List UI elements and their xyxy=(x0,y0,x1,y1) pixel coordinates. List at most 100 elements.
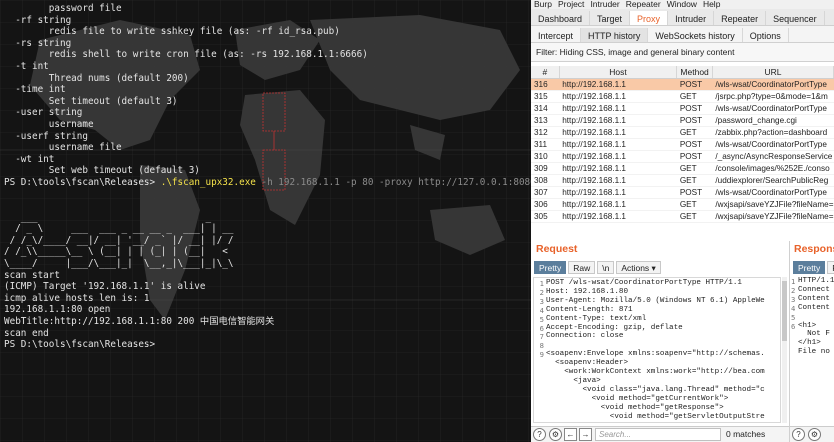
proxy-sub-tab-bar: Intercept HTTP history WebSockets history O… xyxy=(531,26,834,43)
command-args: -h 192.168.1.1 -p 80 -proxy http://127.0… xyxy=(255,176,531,188)
cell-id: 311 xyxy=(531,138,560,151)
help-icon[interactable]: ? xyxy=(792,428,805,441)
line-number: 3 xyxy=(791,294,796,304)
subtab-websockets-history[interactable]: WebSockets history xyxy=(648,28,743,42)
cell-method: POST xyxy=(676,186,713,199)
code-line: <soapenv:Header> xyxy=(546,359,629,368)
code-line: Connect xyxy=(798,285,830,294)
gear-icon[interactable]: ⚙ xyxy=(549,428,562,441)
cell-url: /_async/AsyncResponseService xyxy=(712,150,834,163)
line-number: 7 xyxy=(539,332,544,342)
table-row[interactable]: 313 http://192.168.1.1 POST/password_chang… xyxy=(531,114,834,127)
search-input[interactable]: Search... xyxy=(595,428,721,441)
code-line: Connection: close xyxy=(546,332,624,341)
cell-method: POST xyxy=(676,78,713,91)
tab-proxy[interactable]: Proxy xyxy=(630,11,669,25)
table-row[interactable]: 316 http://192.168.1.1 POST/wls-wsat/Coord… xyxy=(531,78,834,91)
cell-url: /jsrpc.php?type=0&mode=1&m xyxy=(712,90,834,103)
request-scrollbar[interactable] xyxy=(782,277,787,423)
menu-item-repeater[interactable]: Repeater xyxy=(623,0,664,8)
line-number: 5 xyxy=(539,314,544,324)
code-line: Not F xyxy=(798,330,830,339)
table-row[interactable]: 312 http://192.168.1.1 GET/zabbix.php?acti… xyxy=(531,126,834,139)
cell-host: http://192.168.1.1 xyxy=(559,90,677,103)
column-header-url[interactable]: URL xyxy=(712,66,834,79)
cell-id: 315 xyxy=(531,90,560,103)
column-header-method[interactable]: Method xyxy=(676,66,713,79)
line-number: 2 xyxy=(539,287,544,297)
cell-host: http://192.168.1.1 xyxy=(559,78,677,91)
actions-dropdown[interactable]: Actions ▾ xyxy=(616,261,661,274)
subtab-http-history[interactable]: HTTP history xyxy=(581,28,649,42)
terminal-line: Set timeout (default 3) xyxy=(4,95,178,107)
cell-method: GET xyxy=(676,126,713,139)
newline-view-button[interactable]: \n xyxy=(597,261,615,274)
terminal-line: PS D:\tools\fscan\Releases> xyxy=(4,339,156,351)
cell-url: /console/images/%252E./conso xyxy=(712,162,834,175)
response-editor[interactable]: 1 HTTP/1.1 2 Connect 3 Content 4 Content 5 6 <h1> … xyxy=(790,277,834,427)
column-header-host[interactable]: Host xyxy=(559,66,678,79)
menu-item-help[interactable]: Help xyxy=(700,0,723,8)
request-title: Request xyxy=(536,243,578,255)
response-pretty-button[interactable]: Pretty xyxy=(793,261,826,274)
terminal-window[interactable]: password file -rf string redis file to w… xyxy=(0,0,531,442)
cell-method: POST xyxy=(676,114,713,127)
request-view-toolbar: Pretty Raw \n Actions ▾ xyxy=(534,261,663,275)
code-line: Content xyxy=(798,294,830,303)
pretty-view-button[interactable]: Pretty xyxy=(534,261,567,274)
response-raw-button[interactable]: Raw xyxy=(827,261,834,274)
request-editor[interactable]: 1 POST /wls-wsat/CoordinatorPortType HTTP… xyxy=(533,277,781,423)
gear-icon[interactable]: ⚙ xyxy=(808,428,821,441)
cell-host: http://192.168.1.1 xyxy=(559,102,677,115)
http-history-table: # Host Method URL 316 http://192.168.1.1 POST… xyxy=(531,66,834,223)
tab-dashboard[interactable]: Dashboard xyxy=(531,11,591,25)
line-number: 2 xyxy=(791,285,796,295)
scroll-thumb[interactable] xyxy=(782,281,787,341)
subtab-options[interactable]: Options xyxy=(743,28,789,42)
terminal-line: redis shell to write cron file (as: -rs … xyxy=(4,49,368,61)
burp-suite-window[interactable]: Burp Project Intruder Repeater Window Help Da… xyxy=(531,0,834,442)
raw-view-button[interactable]: Raw xyxy=(568,261,596,274)
help-icon[interactable]: ? xyxy=(533,428,546,441)
tab-intruder[interactable]: Intruder xyxy=(668,11,715,25)
tab-target[interactable]: Target xyxy=(590,11,631,25)
prev-match-arrow-icon[interactable]: ← xyxy=(564,428,577,441)
table-row[interactable]: 308 http://192.168.1.1 GET/uddiexplorer/Se… xyxy=(531,174,834,187)
cell-url: /uddiexplorer/SearchPublicReg xyxy=(712,174,834,187)
table-row[interactable]: 315 http://192.168.1.1 GET/jsrpc.php?type=… xyxy=(531,90,834,103)
table-row[interactable]: 311 http://192.168.1.1 POST/wls-wsat/Coord… xyxy=(531,138,834,151)
subtab-intercept[interactable]: Intercept xyxy=(531,28,582,42)
cell-id: 306 xyxy=(531,198,560,211)
table-row[interactable]: 309 http://192.168.1.1 GET/console/images/… xyxy=(531,162,834,175)
line-number: 6 xyxy=(791,321,796,331)
menu-item-project[interactable]: Project xyxy=(555,0,587,8)
column-header-number[interactable]: # xyxy=(531,66,560,79)
terminal-line: / /_\/____/ __|/ __| '__/ _` |/ __| |/ / xyxy=(4,234,234,246)
code-line: <void class="java.lang.Thread" method="c xyxy=(546,385,765,394)
table-row[interactable]: 305 http://192.168.1.1 GET/wxjsapi/saveYZJ… xyxy=(531,210,834,223)
next-match-arrow-icon[interactable]: → xyxy=(579,428,592,441)
menu-item-window[interactable]: Window xyxy=(664,0,700,8)
cell-url: /wxjsapi/saveYZJFile?fileName= xyxy=(712,210,834,223)
code-line: POST /wls-wsat/CoordinatorPortType HTTP/… xyxy=(546,279,742,287)
filter-bar[interactable]: Filter: Hiding CSS, image and general bi… xyxy=(531,43,834,62)
terminal-line: scan start xyxy=(4,269,60,281)
cell-id: 309 xyxy=(531,162,560,175)
table-row[interactable]: 310 http://192.168.1.1 POST/_async/AsyncRe… xyxy=(531,150,834,163)
table-row[interactable]: 314 http://192.168.1.1 POST/wls-wsat/Coord… xyxy=(531,102,834,115)
terminal-line: -user string xyxy=(4,107,83,119)
cell-method: GET xyxy=(676,174,713,187)
menu-item-burp[interactable]: Burp xyxy=(531,0,555,8)
table-row[interactable]: 307 http://192.168.1.1 POST/wls-wsat/Coord… xyxy=(531,186,834,199)
command-text: .\fscan_upx32.exe xyxy=(160,176,256,188)
table-row[interactable]: 306 http://192.168.1.1 GET/wxjsapi/saveYZJ… xyxy=(531,198,834,211)
code-line: </h1> xyxy=(798,339,821,348)
cell-host: http://192.168.1.1 xyxy=(559,126,677,139)
cell-url: /wls-wsat/CoordinatorPortType xyxy=(712,138,834,151)
cell-url: /zabbix.php?action=dashboard xyxy=(712,126,834,139)
tab-sequencer[interactable]: Sequencer xyxy=(766,11,825,25)
cell-id: 308 xyxy=(531,174,560,187)
menu-item-intruder[interactable]: Intruder xyxy=(587,0,622,8)
tab-repeater[interactable]: Repeater xyxy=(714,11,767,25)
